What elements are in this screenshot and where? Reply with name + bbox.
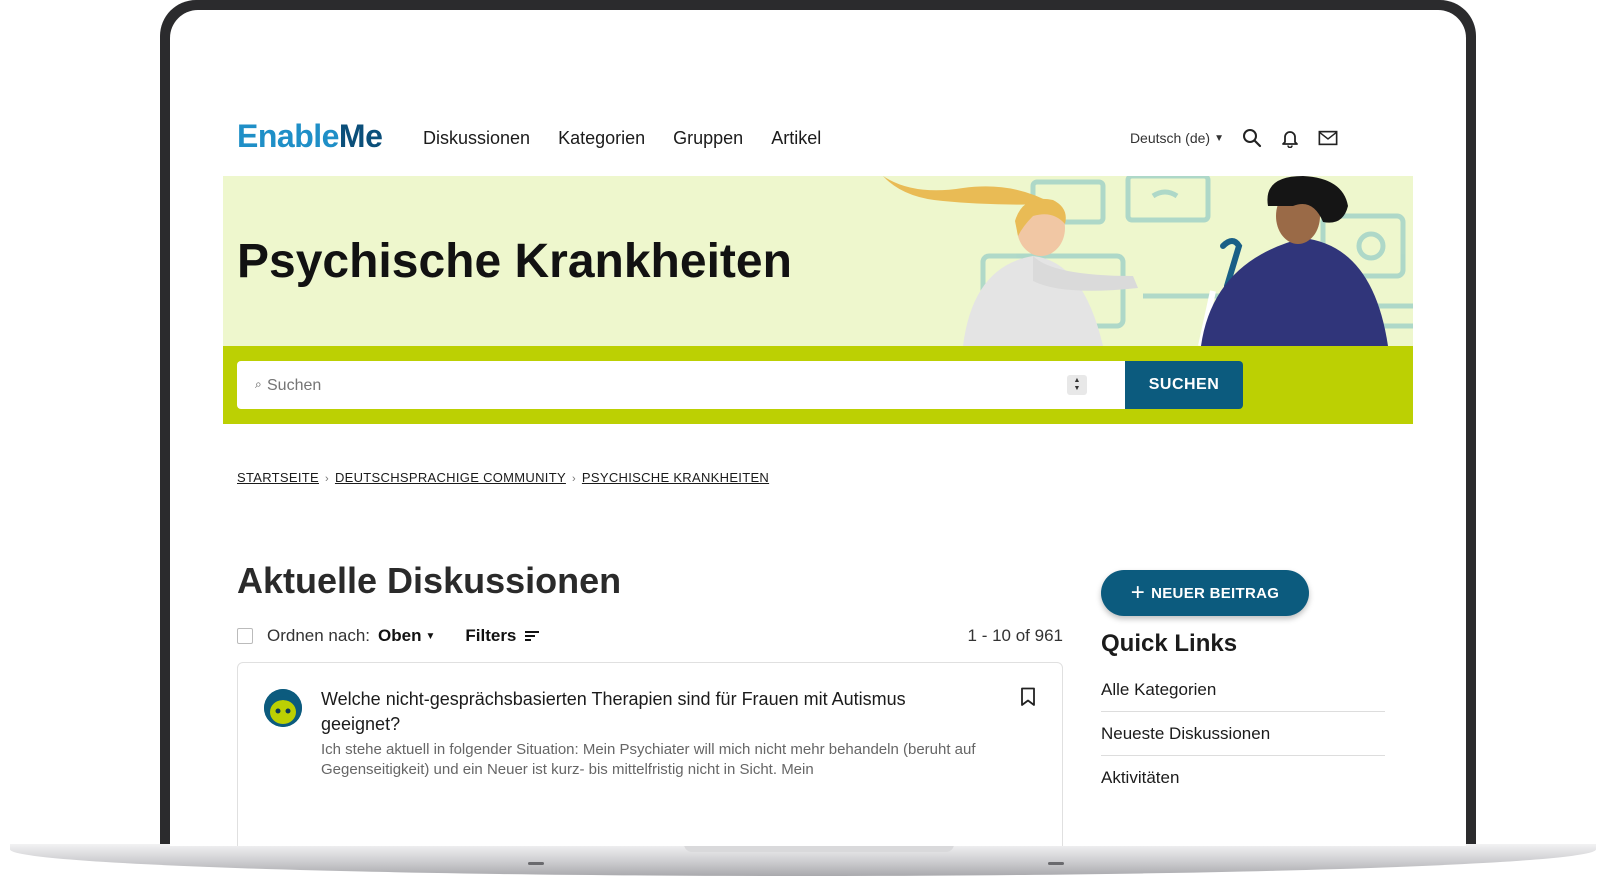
search-input[interactable]: [255, 361, 1049, 411]
chevron-right-icon: ›: [324, 473, 329, 485]
filters-label: Filters: [465, 626, 517, 645]
discussions-heading: Aktuelle Diskussionen: [237, 560, 622, 601]
breadcrumb-link-current[interactable]: PSYCHISCHE KRANKHEITEN: [582, 470, 769, 485]
chevron-right-icon: ›: [571, 473, 576, 485]
nav-link-gruppen[interactable]: Gruppen: [673, 128, 743, 149]
top-navigation: EnableMe Diskussionen Kategorien Gruppen…: [170, 118, 1466, 164]
breadcrumb: STARTSEITE › DEUTSCHSPRACHIGE COMMUNITY › PS…: [237, 470, 769, 485]
browser-screen: EnableMe Diskussionen Kategorien Gruppen…: [170, 10, 1466, 846]
quick-link-neueste-diskussionen[interactable]: Neueste Diskussionen: [1101, 712, 1385, 756]
bell-icon[interactable]: [1280, 128, 1300, 148]
search-box: ⌕ ▲ ▼: [237, 361, 1125, 411]
plus-icon: +: [1130, 579, 1146, 606]
breadcrumb-link-startseite[interactable]: STARTSEITE: [237, 470, 319, 485]
nav-link-kategorien[interactable]: Kategorien: [558, 128, 645, 149]
filters-button[interactable]: Filters: [465, 626, 540, 646]
arrow-down-icon: ▼: [1073, 385, 1081, 392]
sort-spinner[interactable]: ▲ ▼: [1067, 375, 1087, 395]
search-band: ⌕ ▲ ▼ SUCHEN: [223, 346, 1413, 424]
sort-dropdown[interactable]: Oben ▼: [378, 626, 435, 646]
select-all-checkbox[interactable]: [237, 628, 253, 644]
laptop-foot: [528, 862, 544, 865]
language-label: Deutsch (de): [1129, 130, 1211, 146]
page-title: Psychische Krankheiten: [237, 235, 792, 288]
enableme-logo[interactable]: EnableMe: [237, 118, 383, 155]
mail-icon[interactable]: [1318, 128, 1338, 148]
search-button[interactable]: SUCHEN: [1125, 361, 1243, 409]
result-count: 1 - 10 of 961: [967, 626, 1063, 645]
sort-label: Ordnen nach:: [267, 626, 371, 645]
nav-links: Diskussionen Kategorien Gruppen Artikel: [423, 128, 821, 149]
arrow-up-icon: ▲: [1073, 377, 1081, 384]
bookmark-icon[interactable]: [1020, 687, 1036, 707]
filter-lines-icon: [525, 631, 540, 641]
discussion-card[interactable]: Welche nicht-gesprächsbasierten Therapie…: [237, 662, 1063, 846]
quick-links-list: Alle Kategorien Neueste Diskussionen Akt…: [1101, 668, 1385, 799]
nav-link-artikel[interactable]: Artikel: [771, 128, 821, 149]
discussion-excerpt: Ich stehe aktuell in folgender Situation…: [321, 741, 976, 778]
avatar[interactable]: [264, 689, 302, 727]
caret-down-icon: ▼: [425, 630, 436, 642]
caret-down-icon: ▼: [1214, 132, 1224, 144]
category-hero-banner: Psychische Krankheiten: [223, 176, 1413, 346]
nav-link-diskussionen[interactable]: Diskussionen: [423, 128, 530, 149]
new-post-button[interactable]: + NEUER BEITRAG: [1101, 570, 1309, 616]
nav-actions: Deutsch (de) ▼: [1130, 128, 1338, 148]
laptop-foot: [1048, 862, 1064, 865]
language-selector[interactable]: Deutsch (de) ▼: [1130, 130, 1224, 146]
search-icon[interactable]: [1242, 128, 1262, 148]
discussion-title[interactable]: Welche nicht-gesprächsbasierten Therapie…: [321, 687, 981, 737]
quick-link-aktivitaeten[interactable]: Aktivitäten: [1101, 756, 1385, 799]
breadcrumb-link-community[interactable]: DEUTSCHSPRACHIGE COMMUNITY: [335, 470, 566, 485]
sort-filter-row: Ordnen nach: Oben ▼ Filters 1 - 10 of 96…: [237, 624, 1063, 648]
quick-links-heading: Quick Links: [1101, 630, 1238, 657]
sort-value: Oben: [378, 626, 422, 645]
quick-link-alle-kategorien[interactable]: Alle Kategorien: [1101, 668, 1385, 712]
hero-illustration: [883, 176, 1413, 346]
new-post-label: NEUER BEITRAG: [1151, 584, 1280, 602]
